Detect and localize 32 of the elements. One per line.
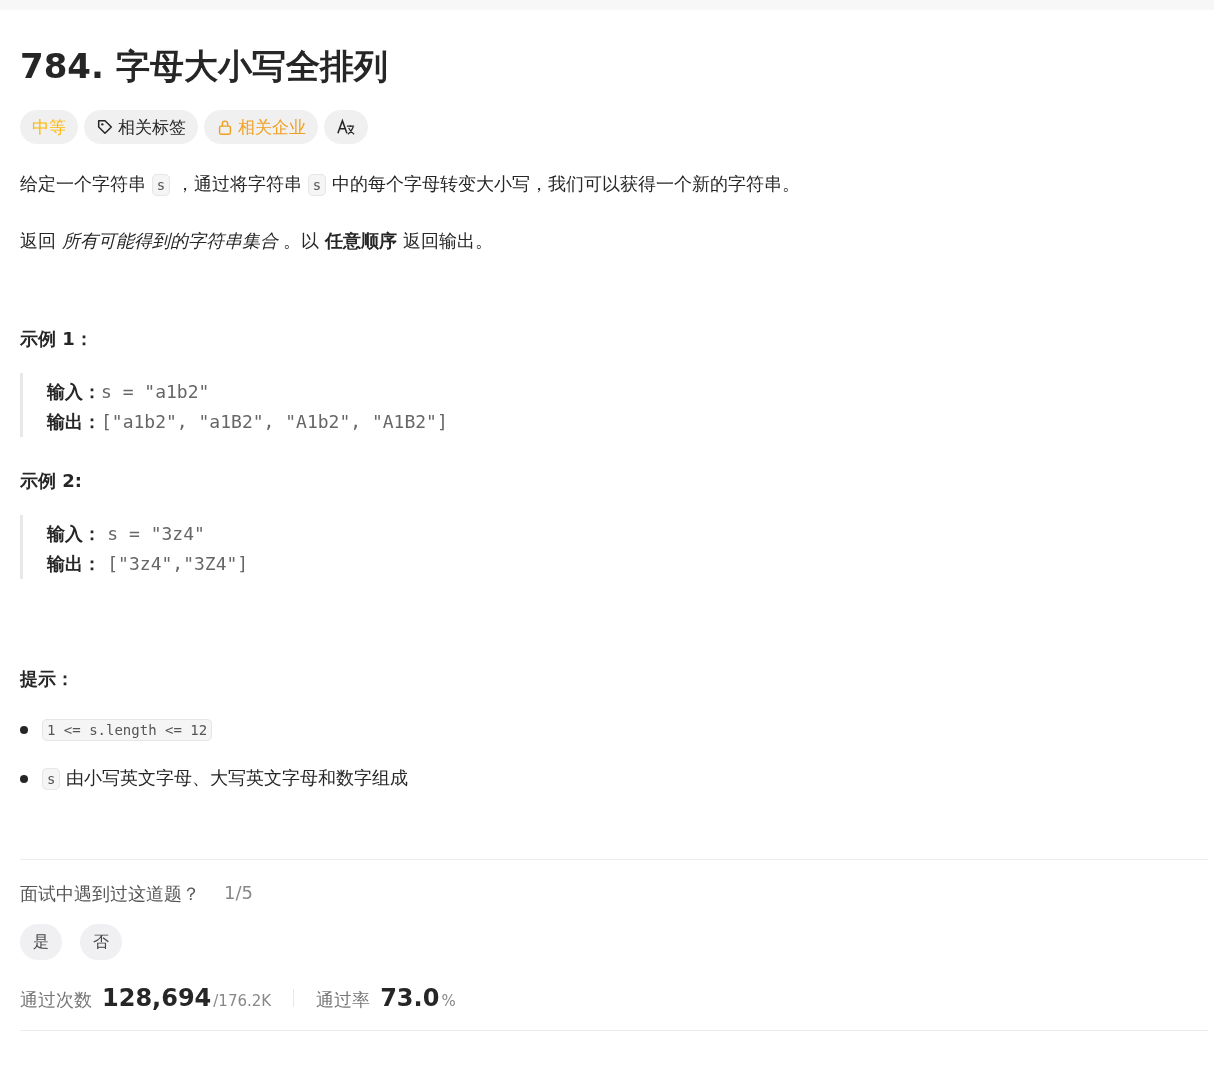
example-label: 输出： xyxy=(47,411,101,432)
stat-suffix: % xyxy=(441,992,456,1010)
stat-value: 73.0 xyxy=(380,984,440,1012)
interview-count: 1/5 xyxy=(224,882,253,905)
stat-suffix: /176.2K xyxy=(213,992,272,1010)
example-value: s = "a1b2" xyxy=(101,381,210,402)
bullet-icon xyxy=(20,774,28,783)
translate-icon xyxy=(336,118,356,136)
example-label: 输出： xyxy=(47,553,102,574)
interview-question: 面试中遇到过这道题？ xyxy=(20,882,200,906)
constraint-text: s 由小写英文字母、大写英文字母和数字组成 xyxy=(42,762,409,795)
description-paragraph: 给定一个字符串 s ，通过将字符串 s 中的每个字母转变大小写，我们可以获得一个新的字符串。 xyxy=(20,172,801,198)
constraints-heading: 提示： xyxy=(20,667,75,691)
answer-button[interactable]: 是 xyxy=(20,924,62,960)
example-value: s = "3z4" xyxy=(107,523,205,544)
example-label: 输入： xyxy=(47,381,101,402)
bullet-icon xyxy=(20,725,28,734)
answer-button[interactable]: 否 xyxy=(80,924,122,960)
translate-button[interactable] xyxy=(324,110,368,144)
example-heading: 示例 1： xyxy=(20,327,94,351)
example-label: 输入： xyxy=(47,523,102,544)
description-paragraph: 返回 所有可能得到的字符串集合 。以 任意顺序 返回输出。 xyxy=(20,229,494,253)
example-value: ["a1b2", "a1B2", "A1b2", "A1B2"] xyxy=(101,411,448,432)
stat-value: 128,694 xyxy=(102,984,212,1012)
problem-title: 784. 字母大小写全排列 xyxy=(20,45,389,88)
stat-label: 通过率 xyxy=(316,988,371,1012)
example-value: ["3z4","3Z4"] xyxy=(107,553,249,574)
lock-icon xyxy=(216,118,234,136)
tag-icon xyxy=(96,118,114,136)
stat-label: 通过次数 xyxy=(20,988,92,1012)
topics-tag[interactable]: 相关标签 xyxy=(84,110,198,144)
example-heading: 示例 2: xyxy=(20,469,83,493)
